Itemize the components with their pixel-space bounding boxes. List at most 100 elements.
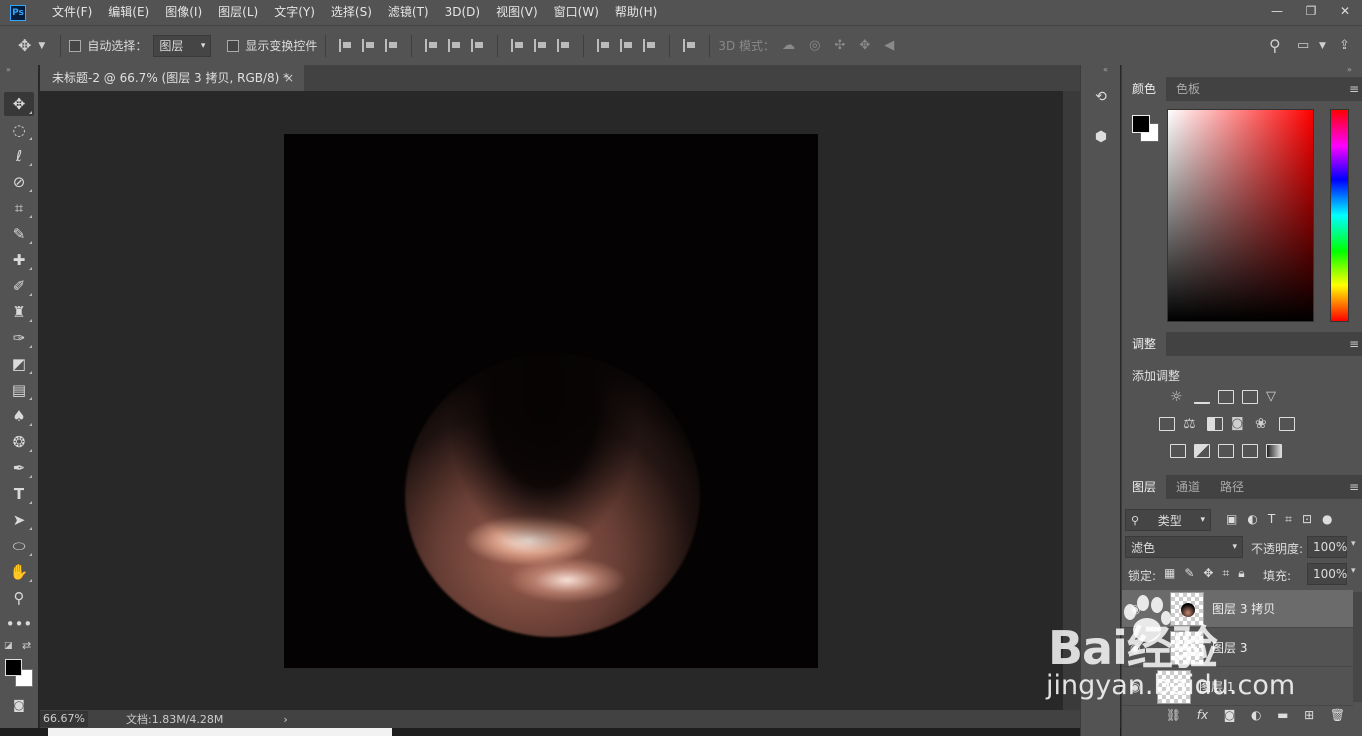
menu-filter[interactable]: 滤镜(T) (380, 0, 437, 25)
delete-layer-icon[interactable]: 🗑︎ (1330, 708, 1345, 722)
align-left-edges-icon[interactable] (425, 39, 438, 52)
brush-tool[interactable]: ✐ (4, 274, 34, 298)
move-tool-preset-icon[interactable]: ✥ (18, 36, 31, 55)
gradient-map-icon[interactable] (1266, 444, 1282, 458)
eraser-tool[interactable]: ◩ (4, 352, 34, 376)
filter-toggle-icon[interactable]: ● (1322, 512, 1332, 527)
selective-color-icon[interactable] (1242, 444, 1258, 458)
checkbox-box[interactable] (227, 39, 240, 52)
quick-mask-button[interactable]: ◙ (4, 693, 34, 717)
distribute-left-icon[interactable] (597, 39, 610, 52)
fill-field[interactable]: 100% (1307, 563, 1347, 585)
panel-menu-icon[interactable]: ≡ (1349, 332, 1359, 356)
adjustment-layer-icon[interactable]: ◐ (1251, 708, 1261, 722)
menu-type[interactable]: 文字(Y) (266, 0, 323, 25)
type-filter-icon[interactable]: T (1268, 512, 1275, 527)
3d-pan-icon[interactable]: ✣ (834, 38, 845, 53)
menu-help[interactable]: 帮助(H) (607, 0, 665, 25)
swap-colors-icon[interactable]: ⇄ (22, 639, 31, 652)
align-horizontal-centers-icon[interactable] (448, 39, 461, 52)
hand-tool[interactable]: ✋ (4, 560, 34, 584)
new-layer-icon[interactable]: ⊞ (1304, 708, 1314, 722)
layer-style-fx-icon[interactable]: fx (1197, 708, 1208, 722)
more-tools[interactable]: ••• (4, 612, 34, 636)
distribute-horizontal-center-icon[interactable] (620, 39, 633, 52)
menu-window[interactable]: 窗口(W) (546, 0, 607, 25)
panel-menu-icon[interactable]: ≡ (1349, 77, 1359, 101)
tab-layers[interactable]: 图层 (1122, 475, 1167, 499)
3d-roll-icon[interactable]: ◎ (809, 38, 820, 53)
threshold-icon[interactable] (1218, 444, 1234, 458)
path-selection-tool[interactable]: ➤ (4, 508, 34, 532)
tab-color[interactable]: 颜色 (1122, 77, 1167, 101)
hue-slider[interactable] (1330, 109, 1349, 322)
lock-all-icon[interactable]: 🔒︎ (1238, 566, 1244, 581)
distribute-bottom-icon[interactable] (557, 39, 570, 52)
auto-align-layers-icon[interactable] (683, 39, 696, 52)
exposure-icon[interactable] (1242, 390, 1258, 404)
align-right-edges-icon[interactable] (471, 39, 484, 52)
auto-select-target-dropdown[interactable]: 图层 ▾ (153, 34, 212, 57)
align-bottom-edges-icon[interactable] (385, 39, 398, 52)
menu-view[interactable]: 视图(V) (488, 0, 546, 25)
minimize-button[interactable]: — (1260, 0, 1294, 22)
lock-position-icon[interactable]: ✥ (1203, 566, 1213, 581)
status-menu-arrow[interactable]: › (283, 713, 287, 726)
clone-stamp-tool[interactable]: ♜ (4, 300, 34, 324)
distribute-vertical-center-icon[interactable] (534, 39, 547, 52)
foreground-color-swatch[interactable] (5, 659, 22, 676)
menu-edit[interactable]: 编辑(E) (100, 0, 157, 25)
collapse-arrows-icon[interactable]: » (6, 65, 11, 74)
menu-file[interactable]: 文件(F) (44, 0, 100, 25)
collapse-arrows-icon[interactable]: « (1103, 65, 1108, 74)
3d-slide-icon[interactable]: ✥ (859, 38, 870, 53)
chevron-down-icon[interactable]: ▼ (38, 41, 45, 51)
pixel-filter-icon[interactable]: ▣ (1226, 512, 1237, 527)
channel-mixer-icon[interactable]: ❀ (1255, 417, 1271, 431)
chevron-down-icon[interactable]: ▼ (1319, 41, 1326, 51)
color-panel-foreground-swatch[interactable] (1132, 115, 1150, 133)
menu-layer[interactable]: 图层(L) (210, 0, 266, 25)
menu-3d[interactable]: 3D(D) (437, 0, 488, 25)
link-layers-icon[interactable]: ⛓ (1166, 708, 1181, 722)
tab-adjustments[interactable]: 调整 (1122, 332, 1167, 356)
invert-icon[interactable] (1170, 444, 1186, 458)
close-tab-icon[interactable]: × (284, 65, 294, 91)
photo-filter-icon[interactable]: ◙ (1231, 417, 1247, 431)
lock-artboard-icon[interactable]: ⌗ (1222, 566, 1229, 581)
layer-filter-dropdown[interactable]: ⚲ 类型 ▾ (1125, 509, 1211, 531)
opacity-field[interactable]: 100% (1307, 536, 1347, 558)
3d-scale-icon[interactable]: ◀ (884, 38, 894, 53)
distribute-top-icon[interactable] (511, 39, 524, 52)
shape-filter-icon[interactable]: ⌗ (1285, 512, 1292, 527)
show-transform-checkbox[interactable]: 显示变换控件 (227, 37, 317, 54)
history-panel-icon[interactable]: ⟲ (1089, 85, 1113, 109)
zoom-level-field[interactable]: 66.67% (40, 711, 88, 727)
align-vertical-centers-icon[interactable] (362, 39, 375, 52)
hue-saturation-icon[interactable] (1159, 417, 1175, 431)
auto-select-checkbox[interactable]: 自动选择： (69, 37, 147, 54)
curves-icon[interactable] (1218, 390, 1234, 404)
distribute-right-icon[interactable] (643, 39, 656, 52)
panel-menu-icon[interactable]: ≡ (1349, 475, 1359, 499)
document-canvas[interactable] (284, 134, 818, 668)
zoom-tool[interactable]: ⚲ (4, 586, 34, 610)
vibrance-icon[interactable]: ▽ (1266, 390, 1282, 404)
black-white-icon[interactable] (1207, 417, 1223, 431)
layer-name[interactable]: 图层 3 拷贝 (1212, 600, 1275, 617)
document-tab[interactable]: 未标题-2 @ 66.7% (图层 3 拷贝, RGB/8) * × (40, 65, 304, 91)
menu-image[interactable]: 图像(I) (157, 0, 210, 25)
ellipse-tool[interactable]: ⬭ (4, 534, 34, 558)
default-colors-icon[interactable]: ◪ (4, 641, 13, 651)
crop-tool[interactable]: ⌗ (4, 196, 34, 220)
color-picker-field[interactable] (1167, 109, 1314, 322)
layer-name[interactable]: 图层 3 (1212, 639, 1247, 656)
gradient-tool[interactable]: ▤ (4, 378, 34, 402)
workspace-icon[interactable]: ▭ (1297, 38, 1309, 53)
color-balance-icon[interactable]: ⚖ (1183, 417, 1199, 431)
dodge-tool[interactable]: ❂ (4, 430, 34, 454)
3d-panel-icon[interactable]: ⬢ (1089, 125, 1113, 149)
tab-channels[interactable]: 通道 (1166, 475, 1210, 499)
lock-transparent-icon[interactable]: ▦ (1164, 566, 1175, 581)
checkbox-box[interactable] (69, 39, 82, 52)
